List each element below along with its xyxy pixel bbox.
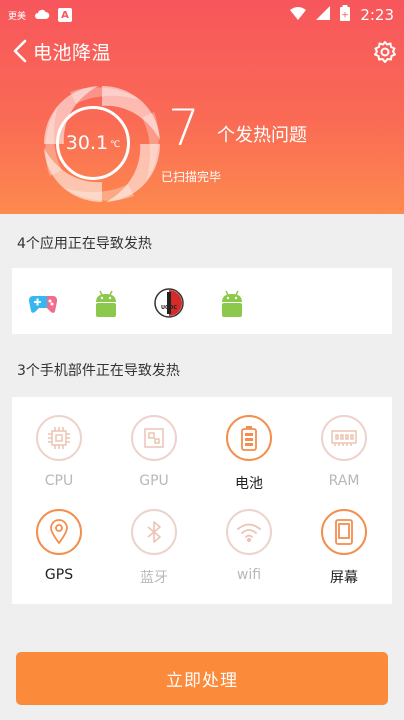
screen-icon (321, 509, 367, 555)
component-gps[interactable]: GPS (14, 509, 104, 583)
component-bluetooth[interactable]: 蓝牙 (109, 509, 199, 587)
cloud-notification-icon (34, 7, 50, 23)
components-section-title: 3个手机部件正在导致发热 (17, 363, 180, 379)
issue-label: 个发热问题 (217, 125, 307, 146)
status-bar: 更美 A + 2:23 (0, 0, 404, 30)
header: 更美 A + 2:23 电池降温 30.1 ℃ 7 个发热问题 已扫描完毕 (0, 0, 404, 214)
battery-label: 电池 (235, 476, 263, 492)
component-gpu[interactable]: GPU (109, 415, 199, 489)
cpu-icon (36, 415, 82, 461)
battery-icon: + (340, 5, 351, 25)
component-cpu[interactable]: CPU (14, 415, 104, 489)
signal-icon (316, 6, 331, 24)
apps-section-title: 4个应用正在导致发热 (17, 236, 152, 252)
settings-gear-icon[interactable] (373, 40, 397, 64)
process-now-button[interactable]: 立即处理 (16, 652, 388, 705)
battery-icon (226, 415, 272, 461)
temperature-value: 30.1 (65, 132, 109, 154)
svg-text:UGDC: UGDC (161, 305, 177, 311)
bluetooth-label: 蓝牙 (140, 570, 168, 586)
component-screen[interactable]: 屏幕 (299, 509, 389, 587)
page-title: 电池降温 (33, 42, 112, 64)
component-ram[interactable]: RAM (299, 415, 389, 489)
carrier-label: 更美 (8, 11, 27, 22)
gps-pin-icon (36, 509, 82, 555)
scan-status: 已扫描完毕 (161, 170, 222, 184)
temperature-unit: ℃ (110, 140, 121, 150)
gpu-label: GPU (139, 473, 169, 489)
ram-label: RAM (328, 473, 360, 489)
temperature-gauge: 30.1 ℃ (56, 106, 130, 180)
components-card: CPU GPU 电池 RAM GPS 蓝牙 wifi 屏幕 (12, 397, 392, 604)
android-app-icon[interactable] (90, 287, 122, 319)
issue-count: 7 (168, 99, 200, 157)
clock: 2:23 (360, 6, 394, 24)
gps-label: GPS (44, 567, 74, 583)
wifi-icon (226, 509, 272, 555)
game-app-icon[interactable] (27, 287, 59, 319)
ram-icon (321, 415, 367, 461)
app-notification-icon: A (58, 8, 73, 22)
apps-card: UGDC (12, 268, 392, 334)
ugdc-app-icon[interactable]: UGDC (153, 287, 185, 319)
component-battery[interactable]: 电池 (204, 415, 294, 493)
android-app-icon[interactable] (216, 287, 248, 319)
wifi-label: wifi (236, 567, 262, 583)
back-button[interactable] (10, 37, 30, 65)
battery-charging-badge: + (342, 11, 350, 21)
gpu-icon (131, 415, 177, 461)
component-wifi[interactable]: wifi (204, 509, 294, 583)
bluetooth-icon (131, 509, 177, 555)
cpu-label: CPU (44, 473, 74, 489)
wifi-icon (290, 6, 307, 24)
screen-label: 屏幕 (330, 570, 358, 586)
